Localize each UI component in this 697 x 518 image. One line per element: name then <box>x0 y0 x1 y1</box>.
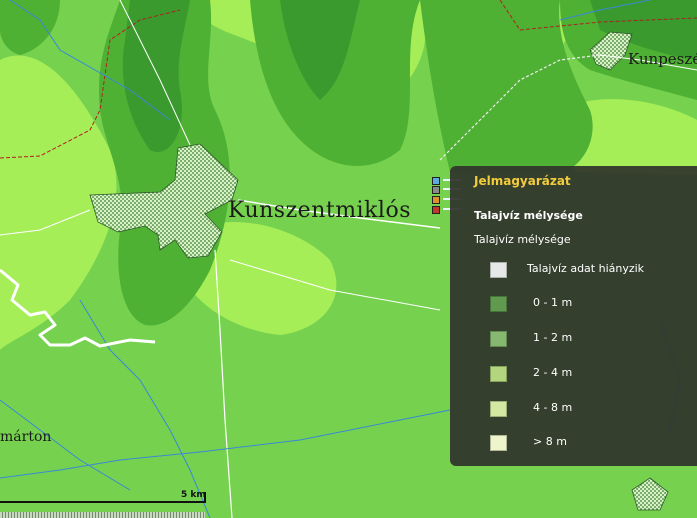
legend-label: 1 - 2 m <box>533 331 573 344</box>
legend-label: > 8 m <box>533 435 567 448</box>
place-label-kunpeszer: Kunpeszér <box>628 50 697 68</box>
scale-bar: 5 km <box>0 490 210 518</box>
legend-label: 0 - 1 m <box>533 296 573 309</box>
legend-subtitle: Talajvíz mélysége <box>474 233 571 246</box>
legend-title[interactable]: Jelmagyarázat <box>474 174 571 188</box>
place-label-west: márton <box>0 429 52 445</box>
legend-swatch <box>490 262 507 278</box>
layer-dot-red-icon <box>432 206 440 214</box>
layer-dot-blue-icon <box>432 177 440 185</box>
layer-dot-orange-icon <box>432 196 440 204</box>
place-label-kunszentmiklos: Kunszentmiklós <box>228 198 411 223</box>
legend-swatch <box>490 296 507 312</box>
scale-ruler <box>0 512 205 518</box>
legend-swatch <box>490 331 507 347</box>
legend-swatch <box>490 401 507 417</box>
legend-swatch <box>490 435 507 451</box>
legend-label: 4 - 8 m <box>533 401 573 414</box>
legend-label: 2 - 4 m <box>533 366 573 379</box>
layer-dot-gray-icon <box>432 186 440 194</box>
legend-swatch <box>490 366 507 382</box>
legend-label: Talajvíz adat hiányzik <box>527 262 645 275</box>
legend-panel: Jelmagyarázat Talajvíz mélysége Talajvíz… <box>450 166 697 466</box>
scale-tick <box>204 492 206 503</box>
scale-label: 5 km <box>181 490 206 500</box>
legend-layer-name: Talajvíz mélysége <box>474 209 583 222</box>
scale-line <box>0 501 205 503</box>
